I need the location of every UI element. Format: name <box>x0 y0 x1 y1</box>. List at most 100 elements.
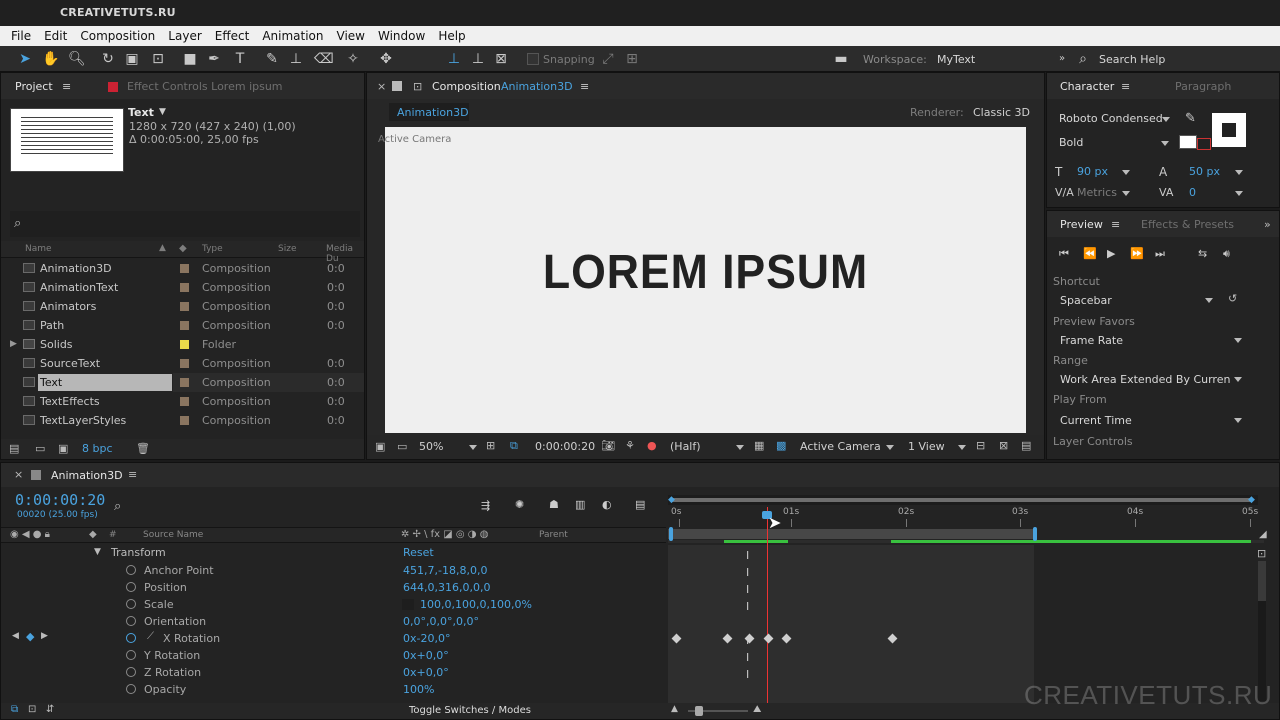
work-area-start-handle[interactable] <box>669 527 673 541</box>
col-size[interactable]: Size <box>278 244 296 254</box>
comp-viewer-canvas[interactable]: Active Camera LOREM IPSUM <box>378 127 1026 433</box>
work-area-bar[interactable] <box>668 495 1258 505</box>
kerning-value[interactable]: Metrics <box>1077 186 1117 199</box>
chevron-right-icon[interactable]: ▶ <box>10 339 17 349</box>
camera-tool-icon[interactable]: ▣ <box>124 51 140 67</box>
mask-visibility-icon[interactable]: ⧉ <box>510 439 518 453</box>
chevron-down-icon[interactable] <box>886 445 894 450</box>
chevron-down-icon[interactable] <box>1205 298 1213 303</box>
zoom-tool-icon[interactable]: 🔍︎ <box>68 51 86 67</box>
tab-character[interactable]: Character <box>1060 80 1114 93</box>
audio-icon[interactable]: 🔊︎ <box>1223 247 1230 261</box>
prev-keyframe-icon[interactable]: ◀ <box>12 631 19 641</box>
no-stroke-swatch[interactable] <box>1197 138 1211 150</box>
toggle-pixel-icon[interactable]: ⊟ <box>976 439 985 452</box>
timeline-end-icon[interactable]: ◢ <box>1259 529 1267 540</box>
property-row[interactable]: Y Rotation 0x+0,0° <box>1 647 666 664</box>
preview-favors-select[interactable]: Frame Rate <box>1060 334 1123 347</box>
region-icon[interactable]: ▦ <box>754 439 764 452</box>
puppet-tool-icon[interactable]: ✥ <box>378 51 394 67</box>
snap-features-icon[interactable]: ⊞ <box>624 51 640 67</box>
menu-item-composition[interactable]: Composition <box>78 29 157 43</box>
in-out-pane-icon[interactable]: ⇵ <box>46 704 54 715</box>
snapping-checkbox[interactable] <box>527 53 539 65</box>
stopwatch-icon[interactable] <box>126 633 136 643</box>
close-icon[interactable]: × <box>14 468 23 481</box>
fill-color-swatch[interactable] <box>1179 135 1197 149</box>
stopwatch-icon[interactable] <box>126 616 136 626</box>
work-area-end-handle[interactable] <box>1033 527 1037 541</box>
font-size-value[interactable]: 90 px <box>1077 165 1108 178</box>
label-col-icon[interactable]: ◆ <box>179 243 187 254</box>
panel-menu-icon[interactable]: ≡ <box>1121 80 1130 93</box>
property-value[interactable]: 644,0,316,0,0,0 <box>403 581 490 594</box>
leading-value[interactable]: 50 px <box>1189 165 1220 178</box>
chevron-down-icon[interactable] <box>1234 418 1242 423</box>
workspace-menu-icon[interactable]: » <box>1054 51 1070 67</box>
chevron-down-icon[interactable] <box>1234 338 1242 343</box>
show-snapshot-icon[interactable]: ⚘ <box>625 439 635 452</box>
property-row[interactable]: Anchor Point 451,7,-18,8,0,0 <box>1 562 666 579</box>
rectangle-tool-icon[interactable]: ■ <box>182 51 198 67</box>
current-time-indicator[interactable] <box>767 507 768 703</box>
project-item[interactable]: Animation3D Composition 0:0 <box>1 259 364 278</box>
property-row[interactable]: Scale 100,0,100,0,100,0% <box>1 596 666 613</box>
label-swatch[interactable] <box>180 264 189 273</box>
project-item[interactable]: ▶ Solids Folder <box>1 335 364 354</box>
comp-button-icon[interactable]: ⊡ <box>1257 547 1266 560</box>
chevron-down-icon[interactable] <box>736 445 744 450</box>
stroke-color-swatch[interactable] <box>1212 113 1246 147</box>
chevron-down-icon[interactable] <box>958 445 966 450</box>
graph-editor-icon[interactable]: ▤ <box>635 498 645 511</box>
stopwatch-icon[interactable] <box>126 667 136 677</box>
col-name[interactable]: Name <box>25 244 52 254</box>
zoom-slider-thumb[interactable] <box>695 706 703 716</box>
stopwatch-icon[interactable] <box>126 565 136 575</box>
last-frame-icon[interactable]: ⏭ <box>1155 247 1165 261</box>
menu-item-help[interactable]: Help <box>436 29 467 43</box>
project-item[interactable]: AnimationText Composition 0:0 <box>1 278 364 297</box>
comp-timecode[interactable]: 0:00:00:20 <box>535 440 595 453</box>
switches-pane-icon[interactable]: ⊡ <box>28 704 36 715</box>
property-row[interactable]: Z Rotation 0x+0,0° <box>1 664 666 681</box>
add-keyframe-icon[interactable]: ◆ <box>26 630 34 643</box>
project-item[interactable]: TextEffects Composition 0:0 <box>1 392 364 411</box>
col-source-name[interactable]: Source Name <box>143 530 203 540</box>
menu-item-animation[interactable]: Animation <box>260 29 325 43</box>
tracking-value[interactable]: 0 <box>1189 186 1196 199</box>
draft-3d-icon[interactable]: ✺ <box>515 498 524 511</box>
tab-effects-presets[interactable]: Effects & Presets <box>1141 218 1234 231</box>
snapshot-icon[interactable]: 📷︎ <box>601 439 615 452</box>
project-search-bar[interactable]: ⌕ <box>10 211 360 237</box>
world-axis-icon[interactable]: ⊥ <box>470 51 486 67</box>
project-item[interactable]: Animators Composition 0:0 <box>1 297 364 316</box>
comp-tab-name[interactable]: Animation3D <box>501 80 573 93</box>
lock-icon[interactable] <box>392 81 402 91</box>
first-frame-icon[interactable]: ⏮ <box>1059 247 1069 261</box>
eraser-tool-icon[interactable]: ⌫ <box>314 51 334 67</box>
trash-icon[interactable]: 🗑︎ <box>136 442 150 455</box>
work-area-end-icon[interactable]: ◆ <box>1248 495 1255 505</box>
label-swatch[interactable] <box>180 340 189 349</box>
renderer-value[interactable]: Classic 3D <box>973 106 1030 119</box>
range-select[interactable]: Work Area Extended By Current Ti <box>1060 373 1230 386</box>
menu-item-window[interactable]: Window <box>376 29 427 43</box>
monitor-icon[interactable]: ▭ <box>397 440 407 453</box>
label-swatch[interactable] <box>180 321 189 330</box>
selection-tool-icon[interactable]: ➤ <box>17 51 33 67</box>
play-from-select[interactable]: Current Time <box>1060 414 1132 427</box>
constrain-proportions-icon[interactable] <box>402 599 414 610</box>
expand-layer-icon[interactable]: ⧉ <box>11 704 18 715</box>
transform-reset[interactable]: Reset <box>403 546 434 559</box>
property-value[interactable]: 0x-20,0° <box>403 632 450 645</box>
label-swatch[interactable] <box>180 416 189 425</box>
stopwatch-icon[interactable] <box>126 582 136 592</box>
work-area-range[interactable] <box>668 529 1036 539</box>
chevron-down-icon[interactable]: ▼ <box>159 107 166 117</box>
new-folder-icon[interactable]: ▭ <box>35 442 45 455</box>
panel-menu-icon[interactable]: ≡ <box>128 468 137 481</box>
property-value[interactable]: 100,0,100,0,100,0% <box>420 598 532 611</box>
tab-preview[interactable]: Preview <box>1060 218 1103 231</box>
prev-frame-icon[interactable]: ⏪ <box>1083 247 1097 260</box>
frame-blending-icon[interactable]: ▥ <box>575 498 585 511</box>
